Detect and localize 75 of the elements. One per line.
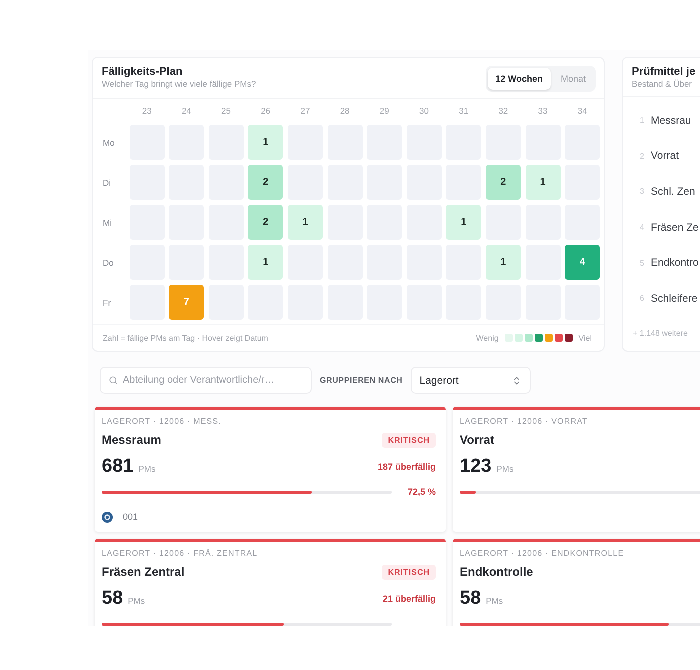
day-label: Do [102, 256, 115, 270]
location-name: Schl. Zen [651, 186, 696, 198]
more-count: + 1.148 weitere [633, 328, 689, 338]
card-title: Fälligkeits-Plan [102, 65, 184, 79]
heatmap-cell: 1 [248, 245, 284, 280]
week-label: 23 [141, 105, 153, 118]
card-title: Endkontrolle [460, 565, 534, 579]
status-badge: KRITISCH [382, 564, 436, 580]
panel-title: Prüfmittel je [632, 65, 696, 79]
week-label: 29 [378, 105, 390, 118]
range-tab[interactable]: 12 Wochen [488, 68, 551, 90]
search-icon [109, 376, 118, 385]
day-label: Mo [102, 136, 116, 150]
week-label: 34 [576, 105, 588, 118]
card-subtitle: Welcher Tag bringt wie viele fällige PMs? [102, 79, 256, 90]
week-label: 32 [498, 105, 510, 118]
location-name: Schleifere [651, 292, 698, 305]
footnote: Zahl = fällige PMs am Tag · Hover zeigt Datum [103, 334, 268, 342]
location-card[interactable]: LAGERORT · 12006 · MESS. Messraum KRITISCH 681 PMs 187 überfällig 72,5 % 001 [95, 407, 446, 532]
heatmap-cell: 1 [248, 125, 284, 160]
card-kicker: LAGERORT · 12006 · ENDKONTROLLE [460, 548, 626, 560]
status-badge: KRITISCH [382, 432, 436, 448]
location-name: Fräsen Ze [651, 222, 699, 234]
card-title: Fräsen Zentral [102, 565, 185, 579]
count-unit: PMs [128, 596, 146, 606]
heatmap-cell: 7 [169, 285, 204, 320]
disc-icon [102, 512, 113, 522]
card-title: Messraum [102, 433, 162, 447]
week-label: 25 [220, 105, 232, 118]
overdue-count: 21 überfällig [382, 594, 436, 604]
chevron-up-down-icon [512, 376, 522, 386]
location-card[interactable]: LAGERORT · 12006 · FRÄ. ZENTRAL Fräsen Zentral KRITISCH 58 PMs 21 überfällig [95, 539, 446, 626]
legend-label: Wenig [476, 334, 499, 342]
search-field[interactable]: Abteilung oder Verantwortliche/r… [100, 367, 312, 394]
pm-count: 58 [460, 588, 482, 610]
heatmap-cell: 1 [288, 205, 323, 240]
card-kicker: LAGERORT · 12006 · MESS. [102, 416, 222, 428]
location-card[interactable]: LAGERORT · 12006 · VORRAT Vorrat 123 PMs [453, 407, 700, 532]
overdue-count: 187 überfällig [378, 462, 436, 472]
heatmap-cell: 2 [486, 165, 521, 200]
week-label: 27 [300, 105, 312, 118]
day-label: Di [102, 176, 112, 190]
week-label: 26 [260, 105, 272, 118]
legend-label: Viel [578, 334, 592, 342]
pm-count: 681 [102, 456, 134, 478]
count-unit: PMs [138, 464, 156, 474]
heatmap-cell: 1 [486, 245, 521, 280]
location-name: Vorrat [651, 150, 680, 162]
heatmap-cell: 4 [565, 245, 600, 280]
group-select[interactable]: Lagerort [410, 367, 531, 394]
owner-id: 001 [123, 512, 138, 522]
week-label: 30 [418, 105, 430, 118]
group-label: GRUPPIEREN NACH [320, 376, 403, 385]
week-label: 28 [339, 105, 351, 118]
heatmap-cell: 2 [248, 205, 284, 240]
count-unit: PMs [496, 464, 514, 474]
heatmap-cell: 2 [248, 165, 284, 200]
card-kicker: LAGERORT · 12006 · FRÄ. ZENTRAL [102, 548, 259, 560]
heatmap-cell: 1 [526, 165, 561, 200]
pm-count: 123 [460, 456, 492, 478]
heatmap-cell: 1 [446, 205, 482, 240]
progress-percent: 72,5 % [406, 487, 436, 497]
week-label: 31 [458, 105, 470, 118]
card-kicker: LAGERORT · 12006 · VORRAT [460, 416, 589, 428]
pm-count: 58 [102, 588, 124, 610]
card-title: Vorrat [460, 433, 494, 447]
panel-subtitle: Bestand & Über [632, 79, 694, 90]
count-unit: PMs [486, 596, 504, 606]
week-label: 33 [537, 105, 549, 118]
week-label: 24 [180, 105, 192, 118]
location-name: Messrau [651, 114, 692, 127]
day-label: Fr [102, 296, 112, 310]
day-label: Mi [102, 216, 113, 230]
location-card[interactable]: LAGERORT · 12006 · ENDKONTROLLE Endkontrolle 58 PMs [453, 539, 700, 626]
location-name: Endkontro [651, 257, 699, 270]
